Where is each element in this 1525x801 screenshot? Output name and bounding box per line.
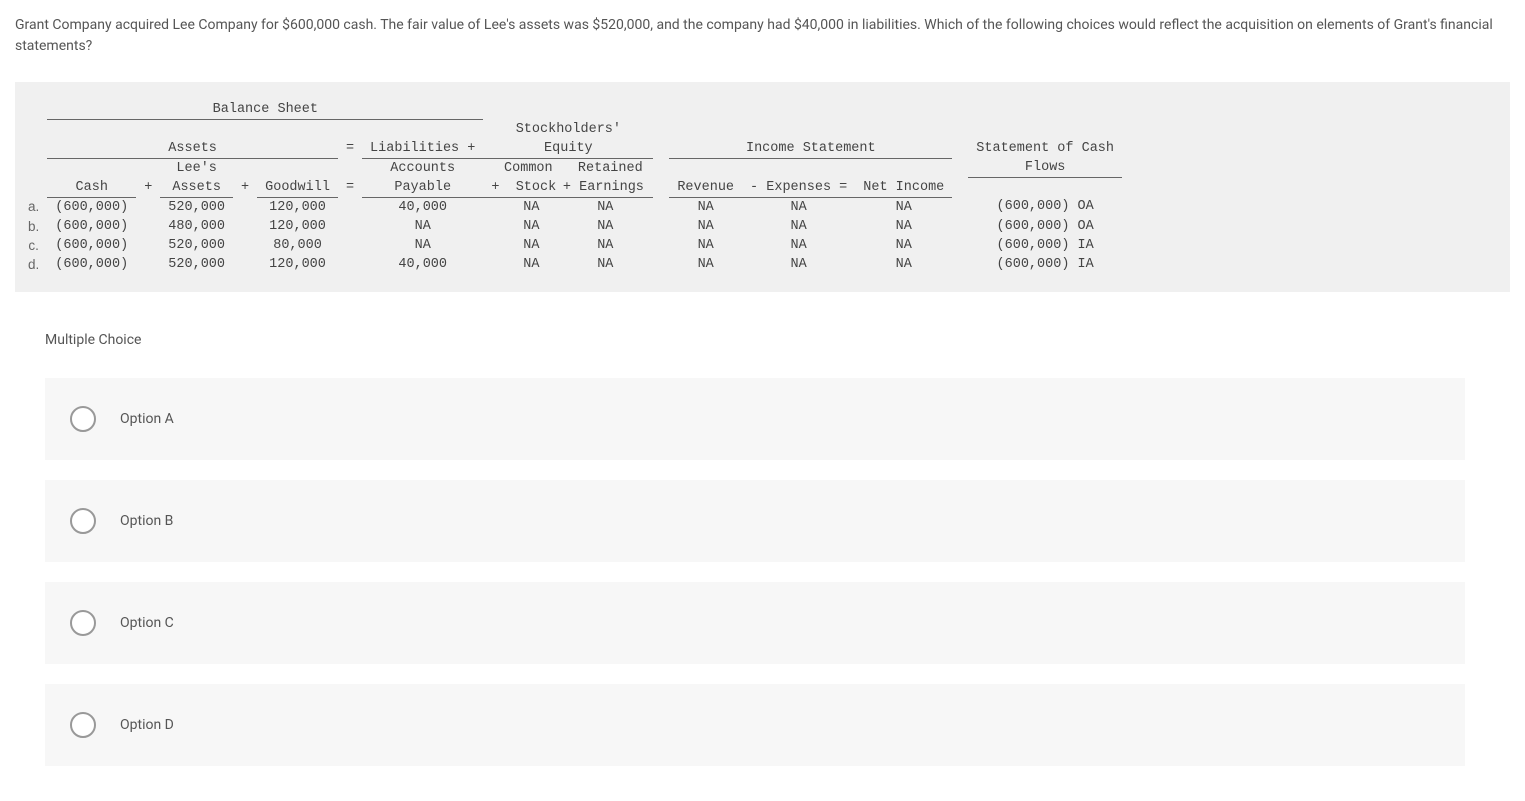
row-label: b. bbox=[20, 217, 47, 236]
cell-cashflow: (600,000) OA bbox=[968, 197, 1122, 217]
header-plus-earnings: + Earnings bbox=[561, 180, 646, 195]
cell-goodwill: 120,000 bbox=[257, 255, 338, 274]
cell-expenses: NA bbox=[742, 197, 855, 217]
cell-stock: NA bbox=[494, 200, 568, 215]
header-lees: Lee's bbox=[160, 158, 233, 178]
header-payable: Payable bbox=[362, 178, 483, 198]
cell-payable: NA bbox=[362, 217, 483, 236]
header-eq: = bbox=[338, 139, 362, 159]
header-netincome: Net Income bbox=[855, 178, 952, 198]
header-eq2: = bbox=[338, 178, 362, 198]
cell-earnings: NA bbox=[568, 219, 642, 234]
cell-revenue: NA bbox=[669, 217, 742, 236]
question-text: Grant Company acquired Lee Company for $… bbox=[15, 15, 1495, 57]
header-stockholders: Stockholders' bbox=[483, 120, 653, 139]
cell-stock: NA bbox=[494, 238, 568, 253]
option-text: Option D bbox=[120, 717, 174, 733]
cell-lees: 520,000 bbox=[160, 197, 233, 217]
cell-cash: (600,000) bbox=[47, 217, 136, 236]
option-c[interactable]: Option C bbox=[45, 582, 1465, 664]
header-balance-sheet: Balance Sheet bbox=[47, 100, 483, 120]
cell-lees: 480,000 bbox=[160, 217, 233, 236]
data-table-container: Balance Sheet Stockholders' Assets = Lia… bbox=[15, 82, 1510, 292]
multiple-choice-label: Multiple Choice bbox=[45, 332, 1510, 348]
cell-cash: (600,000) bbox=[47, 236, 136, 255]
cell-goodwill: 120,000 bbox=[257, 217, 338, 236]
option-text: Option B bbox=[120, 513, 173, 529]
option-d[interactable]: Option D bbox=[45, 684, 1465, 766]
radio-icon[interactable] bbox=[70, 508, 96, 534]
header-equity: Equity bbox=[483, 139, 653, 159]
option-text: Option A bbox=[120, 411, 174, 427]
option-b[interactable]: Option B bbox=[45, 480, 1465, 562]
option-text: Option C bbox=[120, 615, 174, 631]
cell-revenue: NA bbox=[669, 236, 742, 255]
cell-stock: NA bbox=[494, 257, 568, 272]
header-plus3: + Stock bbox=[491, 180, 553, 195]
cell-netincome: NA bbox=[855, 236, 952, 255]
table-row: a. (600,000) 520,000 120,000 40,000 NANA… bbox=[20, 197, 1122, 217]
cell-cashflow: (600,000) IA bbox=[968, 236, 1122, 255]
radio-icon[interactable] bbox=[70, 712, 96, 738]
header-minus-exp: - Expenses = bbox=[742, 178, 855, 198]
cell-payable: NA bbox=[362, 236, 483, 255]
cell-revenue: NA bbox=[669, 197, 742, 217]
cell-cash: (600,000) bbox=[47, 255, 136, 274]
radio-icon[interactable] bbox=[70, 406, 96, 432]
header-common: Common bbox=[491, 161, 565, 176]
radio-icon[interactable] bbox=[70, 610, 96, 636]
header-cash: Cash bbox=[47, 178, 136, 198]
row-label: c. bbox=[20, 236, 47, 255]
cell-lees: 520,000 bbox=[160, 255, 233, 274]
header-flows: Flows bbox=[968, 158, 1122, 178]
cell-netincome: NA bbox=[855, 255, 952, 274]
header-assets: Assets bbox=[47, 139, 338, 159]
cell-expenses: NA bbox=[742, 236, 855, 255]
cell-payable: 40,000 bbox=[362, 197, 483, 217]
table-row: d. (600,000) 520,000 120,000 40,000 NANA… bbox=[20, 255, 1122, 274]
header-liabilities: Liabilities + bbox=[362, 139, 483, 159]
header-income-stmt: Income Statement bbox=[669, 139, 952, 159]
cell-lees: 520,000 bbox=[160, 236, 233, 255]
header-lees-assets: Assets bbox=[160, 178, 233, 198]
header-plus2: + bbox=[233, 178, 257, 198]
row-label: d. bbox=[20, 255, 47, 274]
cell-cashflow: (600,000) IA bbox=[968, 255, 1122, 274]
cell-netincome: NA bbox=[855, 197, 952, 217]
table-row: b. (600,000) 480,000 120,000 NA NANA NA … bbox=[20, 217, 1122, 236]
cell-payable: 40,000 bbox=[362, 255, 483, 274]
cell-expenses: NA bbox=[742, 255, 855, 274]
header-retained: Retained bbox=[573, 161, 647, 176]
option-a[interactable]: Option A bbox=[45, 378, 1465, 460]
cell-expenses: NA bbox=[742, 217, 855, 236]
header-goodwill: Goodwill bbox=[257, 178, 338, 198]
table-row: c. (600,000) 520,000 80,000 NA NANA NA N… bbox=[20, 236, 1122, 255]
cell-earnings: NA bbox=[568, 200, 642, 215]
cell-netincome: NA bbox=[855, 217, 952, 236]
cell-goodwill: 120,000 bbox=[257, 197, 338, 217]
cell-goodwill: 80,000 bbox=[257, 236, 338, 255]
cell-revenue: NA bbox=[669, 255, 742, 274]
row-label: a. bbox=[20, 197, 47, 217]
financial-table: Balance Sheet Stockholders' Assets = Lia… bbox=[20, 100, 1122, 274]
header-plus1: + bbox=[136, 178, 160, 198]
cell-earnings: NA bbox=[568, 257, 642, 272]
cell-stock: NA bbox=[494, 219, 568, 234]
header-stmt-cash: Statement of Cash bbox=[968, 139, 1122, 159]
cell-cash: (600,000) bbox=[47, 197, 136, 217]
cell-earnings: NA bbox=[568, 238, 642, 253]
cell-cashflow: (600,000) OA bbox=[968, 217, 1122, 236]
header-revenue: Revenue bbox=[669, 178, 742, 198]
header-accounts: Accounts bbox=[362, 158, 483, 178]
